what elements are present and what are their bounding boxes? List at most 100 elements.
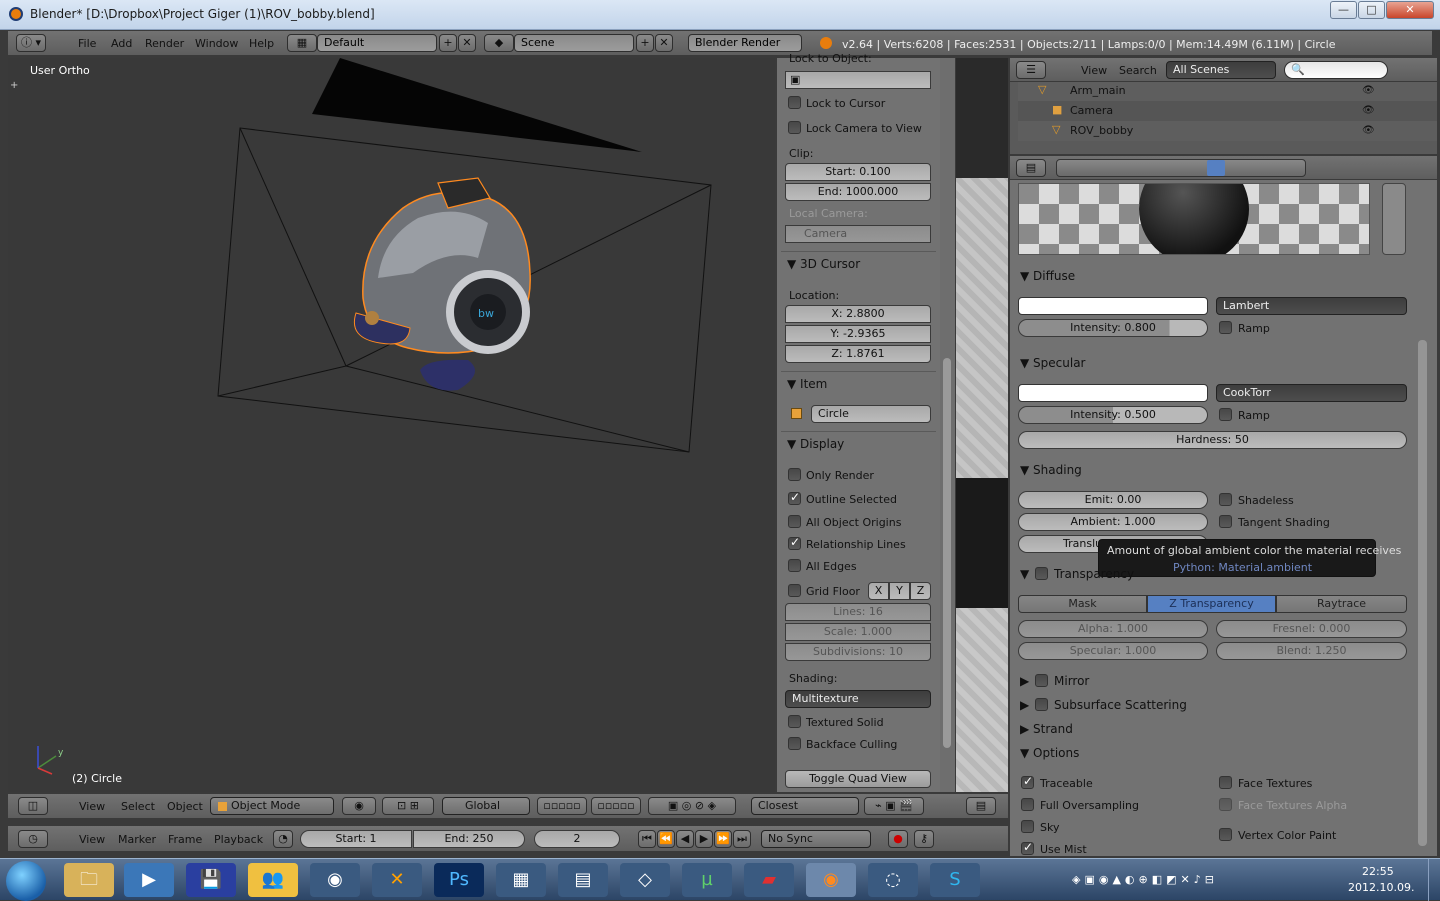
add-scene-button[interactable]: +: [636, 34, 654, 52]
properties-editor-type[interactable]: ▤: [1016, 159, 1046, 177]
transparency-mask-tab[interactable]: Mask: [1018, 595, 1147, 613]
view3d-object-menu[interactable]: Object: [167, 800, 203, 813]
outliner-scenes-select[interactable]: All Scenes: [1166, 61, 1276, 79]
outline-selected-checkbox[interactable]: [788, 490, 801, 505]
toggle-quad-view-button[interactable]: Toggle Quad View: [785, 770, 931, 788]
view3d-select-menu[interactable]: Select: [121, 800, 155, 813]
close-button[interactable]: ✕: [1386, 1, 1434, 19]
alpha-slider[interactable]: Alpha: 1.000: [1018, 620, 1208, 638]
lock-camera-checkbox[interactable]: [788, 121, 801, 134]
outliner-editor-type[interactable]: ☰: [1016, 61, 1046, 79]
mirror-panel-header[interactable]: ▶: [1020, 674, 1029, 688]
timeline-editor-type[interactable]: ◷: [18, 830, 48, 848]
only-render-checkbox[interactable]: [788, 468, 801, 481]
shading-select[interactable]: Multitexture: [785, 690, 931, 708]
keying-set-icon[interactable]: ⚷: [914, 830, 934, 848]
use-mist-checkbox[interactable]: [1021, 840, 1034, 855]
tangent-shading-checkbox[interactable]: [1219, 515, 1232, 528]
transparency-checkbox[interactable]: [1035, 567, 1048, 580]
properties-shelf[interactable]: Lock to Object: ▣ Lock to Cursor Lock Ca…: [777, 52, 940, 792]
view3d-editor-type[interactable]: ◫: [18, 797, 48, 815]
context-tabs[interactable]: [1056, 159, 1306, 177]
full-oversampling-checkbox[interactable]: [1021, 798, 1034, 811]
clock-time[interactable]: 22:55: [1362, 865, 1394, 878]
record-button[interactable]: ●: [888, 830, 908, 848]
show-desktop-button[interactable]: [1428, 859, 1440, 901]
cursor-y-field[interactable]: Y: -2.9365: [785, 325, 931, 343]
snap-target-select[interactable]: Closest: [751, 797, 859, 815]
shading-panel-header[interactable]: ▼ Shading: [1020, 463, 1082, 477]
viewport-shading-button[interactable]: ◉: [342, 797, 376, 815]
layout-field[interactable]: Default: [317, 34, 437, 52]
hardness-field[interactable]: Hardness: 50: [1018, 431, 1407, 449]
item-panel-header[interactable]: ▼ Item: [787, 377, 827, 391]
view3d-view-menu[interactable]: View: [79, 800, 105, 813]
start-button[interactable]: [6, 861, 46, 901]
face-textures-alpha-checkbox[interactable]: [1219, 798, 1232, 811]
utorrent-icon[interactable]: µ: [682, 863, 732, 897]
layer-buttons[interactable]: ▫▫▫▫▫: [537, 797, 587, 815]
backface-culling-checkbox[interactable]: [788, 737, 801, 750]
emit-field[interactable]: Emit: 0.00: [1018, 491, 1208, 509]
explorer-icon[interactable]: 🗀: [64, 863, 114, 897]
traceable-checkbox[interactable]: [1021, 774, 1034, 789]
grid-scale-field[interactable]: Scale: 1.000: [785, 623, 931, 641]
clip-end-field[interactable]: End: 1000.000: [785, 183, 931, 201]
sss-checkbox[interactable]: [1035, 698, 1048, 711]
xchat-icon[interactable]: ✕: [372, 863, 422, 897]
grid-axis-z-toggle[interactable]: Z: [910, 582, 931, 600]
visibility-eye-icon[interactable]: 👁: [1362, 105, 1375, 116]
media-player-icon[interactable]: ▶: [124, 863, 174, 897]
screen-layout-icon[interactable]: ▦: [287, 34, 317, 52]
sss-panel-header[interactable]: ▶: [1020, 698, 1029, 712]
photoshop-icon[interactable]: Ps: [434, 863, 484, 897]
clock-date[interactable]: 2012.10.09.: [1348, 881, 1414, 894]
scene-field[interactable]: Scene: [514, 34, 634, 52]
striped-app-icon[interactable]: ▰: [744, 863, 794, 897]
image-editor-strip[interactable]: [956, 58, 1008, 792]
maximize-button[interactable]: □: [1358, 1, 1385, 19]
unity-icon[interactable]: ◇: [620, 863, 670, 897]
render-icons[interactable]: ⌁ ▣ 🎬: [864, 797, 924, 815]
cursor-x-field[interactable]: X: 2.8800: [785, 305, 931, 323]
transparency-z-tab[interactable]: Z Transparency: [1147, 595, 1276, 613]
tray-icons[interactable]: ◈▣◉▲◐⊕◧◩✕♪⊟: [1072, 873, 1218, 886]
all-origins-checkbox[interactable]: [788, 515, 801, 528]
play-button[interactable]: ▶: [695, 830, 713, 848]
timeline-playback-menu[interactable]: Playback: [214, 833, 263, 846]
outliner-search-menu[interactable]: Search: [1119, 64, 1157, 77]
shelf-scrollbar[interactable]: [940, 58, 955, 792]
task-manager-icon[interactable]: ▤: [558, 863, 608, 897]
menu-file[interactable]: File: [78, 37, 96, 50]
menu-render[interactable]: Render: [145, 37, 184, 50]
properties-scrollbar[interactable]: [1418, 340, 1427, 846]
pivot-point-button[interactable]: ⊡ ⊞: [382, 797, 434, 815]
transparency-specular-slider[interactable]: Specular: 1.000: [1018, 642, 1208, 660]
diffuse-intensity-slider[interactable]: Intensity: 0.800: [1018, 319, 1208, 337]
visibility-eye-icon[interactable]: 👁: [1362, 85, 1375, 96]
diffuse-color-swatch[interactable]: [1018, 297, 1208, 315]
options-panel-header[interactable]: ▼ Options: [1020, 746, 1079, 760]
grid-lines-field[interactable]: Lines: 16: [785, 603, 931, 621]
timeline-marker-menu[interactable]: Marker: [118, 833, 156, 846]
scrollbar-thumb[interactable]: [943, 358, 951, 748]
shadeless-checkbox[interactable]: [1219, 493, 1232, 506]
grid-floor-checkbox[interactable]: [788, 584, 801, 597]
save-app-icon[interactable]: 💾: [186, 863, 236, 897]
play-reverse-button[interactable]: ◀: [676, 830, 694, 848]
clip-start-field[interactable]: Start: 0.100: [785, 163, 931, 181]
editor-type-button[interactable]: ⓘ ▾: [16, 34, 46, 52]
preview-range-icon[interactable]: ◔: [273, 830, 293, 848]
current-frame-field[interactable]: 2: [534, 830, 620, 848]
sync-mode-select[interactable]: No Sync: [761, 830, 871, 848]
blend-slider[interactable]: Blend: 1.250: [1216, 642, 1407, 660]
item-name-field[interactable]: Circle: [811, 405, 931, 423]
mirror-checkbox[interactable]: [1035, 674, 1048, 687]
ambient-slider[interactable]: Ambient: 1.000: [1018, 513, 1208, 531]
cursor-z-field[interactable]: Z: 1.8761: [785, 345, 931, 363]
people-app-icon[interactable]: 👥: [248, 863, 298, 897]
scene-canvas[interactable]: bw: [8, 58, 775, 792]
timeline-frame-menu[interactable]: Frame: [168, 833, 202, 846]
chrome-icon[interactable]: ◉: [310, 863, 360, 897]
start-frame-field[interactable]: Start: 1: [300, 830, 412, 848]
